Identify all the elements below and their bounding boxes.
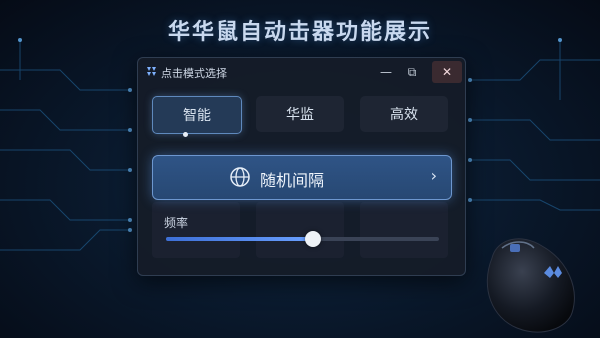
slider-fill bbox=[166, 237, 314, 241]
globe-icon bbox=[230, 167, 250, 187]
close-button[interactable]: ✕ bbox=[432, 61, 462, 83]
frequency-label: 频率 bbox=[164, 216, 189, 230]
background-panel bbox=[256, 202, 344, 258]
minimize-button[interactable]: — bbox=[373, 61, 399, 83]
title-bar[interactable]: 点击模式选择 — ⧉ ✕ bbox=[138, 58, 465, 86]
mode-smart-button[interactable]: 智能 bbox=[152, 96, 242, 134]
page-headline: 华华鼠自动击器功能展示 bbox=[167, 20, 432, 45]
app-logo-icon bbox=[147, 67, 156, 76]
mode-monitor-button[interactable]: 华监 bbox=[256, 96, 344, 132]
window-title: 点击模式选择 bbox=[161, 67, 227, 80]
random-interval-button[interactable]: 随机间隔 › bbox=[152, 155, 452, 200]
active-mode-indicator bbox=[183, 132, 188, 137]
background-panel bbox=[360, 202, 448, 258]
restore-button[interactable]: ⧉ bbox=[399, 61, 425, 83]
chevron-right-icon: › bbox=[430, 166, 437, 185]
frequency-slider[interactable] bbox=[166, 231, 439, 247]
strategy-label: 随机间隔 bbox=[260, 171, 325, 190]
gaming-mouse-image bbox=[486, 238, 575, 333]
click-mode-window: 点击模式选择 — ⧉ ✕ 智能 华监 高效 随机间隔 › 频率 bbox=[137, 57, 466, 276]
mode-efficient-button[interactable]: 高效 bbox=[360, 96, 448, 132]
